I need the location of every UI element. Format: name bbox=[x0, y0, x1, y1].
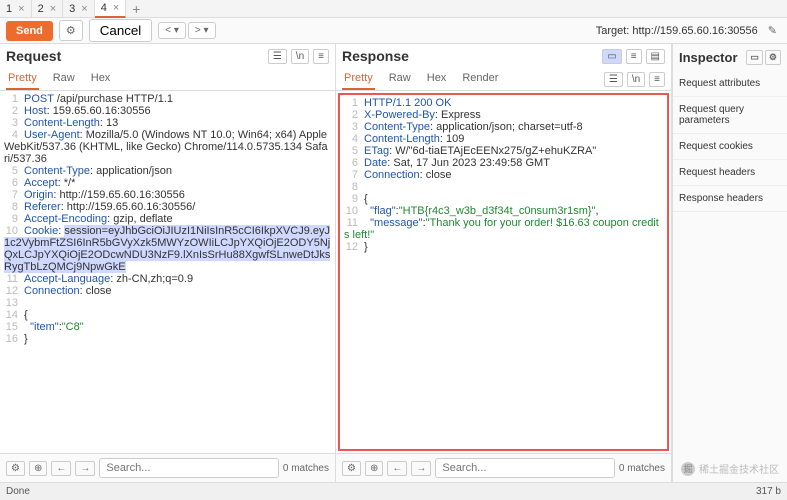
edit-target-icon[interactable]: ✎ bbox=[764, 24, 781, 37]
response-search-input[interactable] bbox=[435, 458, 615, 478]
close-tab-icon[interactable]: × bbox=[81, 3, 87, 15]
repeater-tab[interactable]: 1× bbox=[0, 0, 32, 18]
new-tab-button[interactable]: + bbox=[126, 1, 146, 17]
inspector-item[interactable]: Request query parameters bbox=[673, 97, 787, 134]
layout-vertical-icon[interactable]: ≡ bbox=[626, 49, 642, 64]
status-bar: Done 317 b bbox=[0, 482, 787, 500]
close-tab-icon[interactable]: × bbox=[50, 3, 56, 15]
settings-gear-icon[interactable]: ⚙ bbox=[59, 20, 83, 41]
list-view-icon[interactable]: ☰ bbox=[604, 72, 623, 87]
inspector-item[interactable]: Request attributes bbox=[673, 71, 787, 97]
repeater-tab[interactable]: 2× bbox=[32, 0, 64, 18]
subtab-raw[interactable]: Raw bbox=[51, 68, 77, 90]
subtab-render[interactable]: Render bbox=[460, 68, 500, 90]
response-subtabs: Pretty Raw Hex Render ☰ \n ≡ bbox=[336, 68, 671, 91]
inspector-view-icon[interactable]: ▭ bbox=[746, 50, 763, 65]
request-searchbar: ⚙ ⊕ ← → 0 matches bbox=[0, 453, 335, 482]
status-left: Done bbox=[6, 486, 30, 497]
status-right: 317 b bbox=[756, 486, 781, 497]
response-editor[interactable]: 1HTTP/1.1 200 OK2X-Powered-By: Express3C… bbox=[338, 93, 669, 451]
request-title: Request bbox=[6, 48, 61, 64]
send-button[interactable]: Send bbox=[6, 21, 53, 41]
history-back-button[interactable]: < ▾ bbox=[158, 22, 186, 39]
request-search-input[interactable] bbox=[99, 458, 279, 478]
subtab-raw[interactable]: Raw bbox=[387, 68, 413, 90]
inspector-item[interactable]: Response headers bbox=[673, 186, 787, 212]
watermark-icon: 掘 bbox=[681, 462, 695, 476]
search-prev-icon[interactable]: ← bbox=[51, 461, 71, 476]
subtab-pretty[interactable]: Pretty bbox=[6, 68, 39, 90]
inspector-title: Inspector bbox=[679, 50, 738, 65]
newline-icon[interactable]: \n bbox=[291, 49, 309, 64]
search-settings-icon[interactable]: ⚙ bbox=[6, 461, 25, 476]
more-menu-icon[interactable]: ≡ bbox=[649, 72, 665, 87]
request-pane: Request ☰ \n ≡ Pretty Raw Hex 1POST /api/p… bbox=[0, 44, 336, 482]
inspector-config-icon[interactable]: ⚙ bbox=[765, 50, 781, 65]
repeater-tab[interactable]: 3× bbox=[63, 0, 95, 18]
list-view-icon[interactable]: ☰ bbox=[268, 49, 287, 64]
inspector-item[interactable]: Request headers bbox=[673, 160, 787, 186]
request-editor[interactable]: 1POST /api/purchase HTTP/1.12Host: 159.6… bbox=[0, 91, 335, 453]
inspector-pane: Inspector ▭ ⚙ Request attributesRequest … bbox=[672, 44, 787, 482]
search-next-icon[interactable]: → bbox=[411, 461, 431, 476]
request-match-count: 0 matches bbox=[283, 463, 329, 474]
layout-horizontal-icon[interactable]: ▭ bbox=[602, 49, 621, 64]
toolbar: Send ⚙ Cancel < ▾ > ▾ Target: http://159… bbox=[0, 18, 787, 44]
response-pane: Response ▭ ≡ ▤ Pretty Raw Hex Render ☰ \n ≡… bbox=[336, 44, 672, 482]
search-next-icon[interactable]: → bbox=[75, 461, 95, 476]
inspector-item[interactable]: Request cookies bbox=[673, 134, 787, 160]
search-settings-icon[interactable]: ⚙ bbox=[342, 461, 361, 476]
layout-combined-icon[interactable]: ▤ bbox=[646, 49, 665, 64]
subtab-pretty[interactable]: Pretty bbox=[342, 68, 375, 90]
repeater-tabs: 1×2×3×4×+ bbox=[0, 0, 787, 18]
response-searchbar: ⚙ ⊕ ← → 0 matches bbox=[336, 453, 671, 482]
close-tab-icon[interactable]: × bbox=[18, 3, 24, 15]
cancel-button[interactable]: Cancel bbox=[89, 19, 153, 42]
watermark: 掘 稀土掘金技术社区 bbox=[681, 461, 779, 476]
newline-icon[interactable]: \n bbox=[627, 72, 645, 87]
request-subtabs: Pretty Raw Hex bbox=[0, 68, 335, 91]
search-gear-icon[interactable]: ⊕ bbox=[29, 461, 47, 476]
subtab-hex[interactable]: Hex bbox=[89, 68, 113, 90]
subtab-hex[interactable]: Hex bbox=[425, 68, 449, 90]
repeater-tab[interactable]: 4× bbox=[95, 0, 127, 18]
response-match-count: 0 matches bbox=[619, 463, 665, 474]
more-menu-icon[interactable]: ≡ bbox=[313, 49, 329, 64]
search-gear-icon[interactable]: ⊕ bbox=[365, 461, 383, 476]
target-label: Target: http://159.65.60.16:30556 bbox=[596, 25, 758, 37]
response-title: Response bbox=[342, 48, 409, 64]
history-forward-button[interactable]: > ▾ bbox=[188, 22, 216, 39]
close-tab-icon[interactable]: × bbox=[113, 2, 119, 14]
search-prev-icon[interactable]: ← bbox=[387, 461, 407, 476]
